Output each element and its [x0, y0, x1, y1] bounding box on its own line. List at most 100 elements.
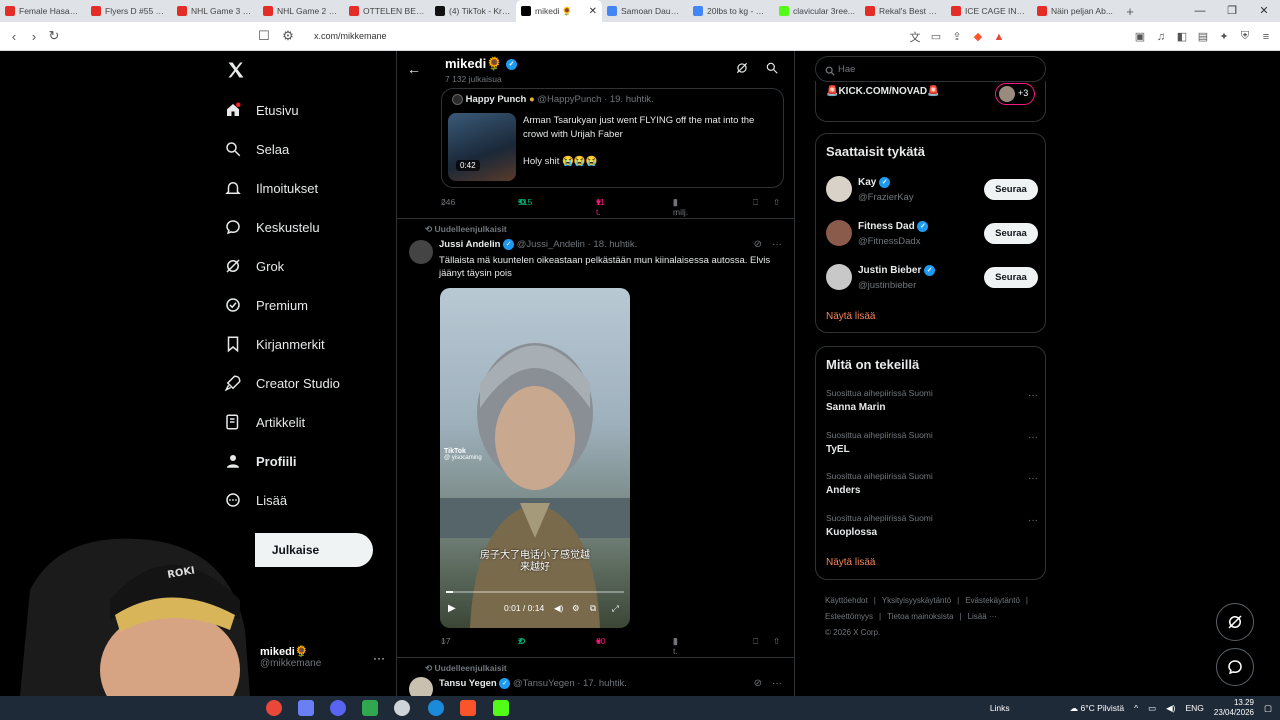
nav-item-grok[interactable]: Grok	[224, 252, 284, 280]
site-info-icon[interactable]: ⚙	[278, 28, 298, 44]
tray-chevron-icon[interactable]: ^	[1134, 703, 1138, 713]
follow-button[interactable]: Seuraa	[984, 223, 1038, 244]
more-icon[interactable]: ···	[1028, 473, 1038, 484]
app-icon[interactable]	[362, 700, 378, 716]
browser-tab[interactable]: Rekal's Best Cli...	[860, 0, 946, 22]
views-button[interactable]: ▮ 2 milj.	[673, 197, 688, 217]
nav-item-artikkelit[interactable]: Artikkelit	[224, 408, 305, 436]
avatar[interactable]	[826, 176, 852, 202]
browser-tab[interactable]: Samoan Dauds...	[602, 0, 688, 22]
fullscreen-icon[interactable]: ⤢	[612, 603, 619, 614]
share-icon[interactable]: ⇧	[773, 636, 780, 647]
edge-app-icon[interactable]	[428, 700, 444, 716]
share-icon[interactable]: ⇪	[951, 31, 963, 43]
reply-button[interactable]: ○ 17	[441, 636, 450, 646]
footer-link[interactable]: Esteettömyys	[825, 612, 873, 621]
messages-floating-button[interactable]	[1216, 648, 1254, 686]
trend-item[interactable]: Suosittua aihepiirissä Suomi TyEL ···	[826, 430, 1038, 460]
repost-button[interactable]: ⟲ 515	[518, 197, 532, 208]
sidebar-toggle-icon[interactable]: ▣	[1134, 31, 1146, 43]
nav-item-lisää[interactable]: Lisää	[224, 486, 287, 514]
extensions-icon[interactable]: ✦	[1218, 31, 1230, 43]
video-player[interactable]: TikTok @ yisocaming 房子大了电话小了感觉越 来越好 ▶ 0:01…	[440, 288, 630, 628]
like-button[interactable]: ♥ 11 t.	[596, 197, 605, 217]
nav-item-selaa[interactable]: Selaa	[224, 135, 289, 163]
language-indicator[interactable]: ENG	[1186, 703, 1204, 713]
bookmark-icon[interactable]: ⎕	[753, 636, 758, 647]
trend-item[interactable]: Suosittua aihepiirissä Suomi Sanna Marin ·…	[826, 388, 1038, 418]
settings-icon[interactable]: ⚙	[572, 603, 580, 614]
x-logo-icon[interactable]	[226, 60, 246, 80]
nav-item-etusivu[interactable]: Etusivu	[224, 96, 299, 124]
app-icon[interactable]	[298, 700, 314, 716]
browser-tab[interactable]: NHL Game 2 H...	[258, 0, 344, 22]
opera-app-icon[interactable]	[266, 700, 282, 716]
bookmark-page-icon[interactable]: ☐	[254, 28, 274, 44]
search-input[interactable]: Hae	[815, 56, 1046, 82]
share-icon[interactable]: ⇧	[773, 197, 780, 208]
browser-tab[interactable]: (4) TikTok - Kru...	[430, 0, 516, 22]
forward-icon[interactable]: ›	[24, 29, 44, 44]
avatar[interactable]	[409, 677, 433, 696]
reload-icon[interactable]: ↻	[44, 28, 64, 44]
more-icon[interactable]: ···	[1028, 515, 1038, 526]
grok-floating-button[interactable]	[1216, 603, 1254, 641]
browser-tab[interactable]: Flyers D #55 Ka...	[86, 0, 172, 22]
footer-link[interactable]: Evästekäytäntö	[965, 596, 1020, 605]
pip-icon[interactable]: ⧉	[590, 603, 596, 614]
follow-button[interactable]: Seuraa	[984, 179, 1038, 200]
browser-tab[interactable]: 20lbs to kg - G...	[688, 0, 774, 22]
footer-link[interactable]: Tietoa mainoksista	[887, 612, 953, 621]
back-arrow-icon[interactable]: ←	[407, 61, 421, 77]
translate-icon[interactable]: 文	[909, 31, 921, 44]
notification-icon[interactable]: ▢	[1264, 703, 1272, 714]
quoted-post[interactable]: Happy Punch ● @HappyPunch · 19. huhtik. …	[441, 88, 784, 188]
bookmark-icon[interactable]: ⎕	[753, 197, 758, 208]
footer-link[interactable]: Yksityisyyskäytäntö	[882, 596, 951, 605]
menu-icon[interactable]: ≡	[1260, 31, 1272, 43]
nav-item-premium[interactable]: Premium	[224, 291, 308, 319]
trend-item[interactable]: Suosittua aihepiirissä Suomi Anders ···	[826, 471, 1038, 501]
footer-link[interactable]: Käyttöehdot	[825, 596, 868, 605]
volume-icon[interactable]: ◀)	[554, 603, 563, 614]
browser-tab[interactable]: Female Hasan...	[0, 0, 86, 22]
weather-widget[interactable]: ☁ 6°C Pilvistä	[1070, 703, 1124, 714]
more-icon[interactable]: ···	[1028, 390, 1038, 401]
follow-button[interactable]: Seuraa	[984, 267, 1038, 288]
close-window-icon[interactable]: ✕	[1248, 0, 1280, 22]
brave-rewards-icon[interactable]: ▲	[993, 31, 1005, 43]
media-icon[interactable]: ♫	[1155, 31, 1167, 43]
video-progress-bar[interactable]	[446, 591, 624, 593]
browser-tab[interactable]: Näin peljan Ab...	[1032, 0, 1118, 22]
repost-button[interactable]: ⟲ 2	[518, 636, 525, 647]
back-icon[interactable]: ‹	[4, 29, 24, 44]
volume-icon[interactable]: ◀)	[1166, 703, 1175, 714]
discord-app-icon[interactable]	[330, 700, 346, 716]
follow-suggestion[interactable]: Fitness Dad ✓ @FitnessDadx Seuraa	[826, 219, 1038, 253]
app-icon[interactable]	[394, 700, 410, 716]
reply-button[interactable]: ○ 246	[441, 197, 455, 207]
vpn-icon[interactable]: ⛨	[1239, 30, 1251, 43]
nav-item-keskustelu[interactable]: Keskustelu	[224, 213, 320, 241]
browser-tab[interactable]: OTTELEN BEA...	[344, 0, 430, 22]
browser-tab[interactable]: clavicular 3ree...	[774, 0, 860, 22]
cast-icon[interactable]: ▭	[930, 31, 942, 43]
brave-app-icon[interactable]	[460, 700, 476, 716]
more-icon[interactable]: ···	[373, 651, 385, 665]
footer-link[interactable]: © 2026 X Corp.	[825, 628, 880, 637]
network-icon[interactable]: ▭	[1148, 703, 1156, 714]
close-tab-icon[interactable]: ✕	[589, 6, 597, 17]
more-icon[interactable]: ···	[772, 239, 782, 250]
trend-item[interactable]: Suosittua aihepiirissä Suomi Kuoplossa ···	[826, 513, 1038, 543]
grok-icon[interactable]: ⊘	[754, 239, 762, 250]
views-button[interactable]: ▮ 3 t.	[673, 636, 678, 656]
nav-item-profiili[interactable]: Profiili	[224, 447, 296, 475]
grok-icon[interactable]	[735, 61, 749, 75]
like-button[interactable]: ♥ 60	[596, 636, 605, 646]
links-toolbar[interactable]: Links	[990, 703, 1010, 713]
new-tab-button[interactable]: +	[1118, 4, 1142, 19]
show-more-link[interactable]: Näytä lisää	[826, 557, 875, 568]
grok-icon[interactable]: ⊘	[754, 678, 762, 689]
brave-shield-icon[interactable]: ◆	[972, 31, 984, 43]
url-field[interactable]: x.com/mikkemane	[314, 31, 387, 41]
